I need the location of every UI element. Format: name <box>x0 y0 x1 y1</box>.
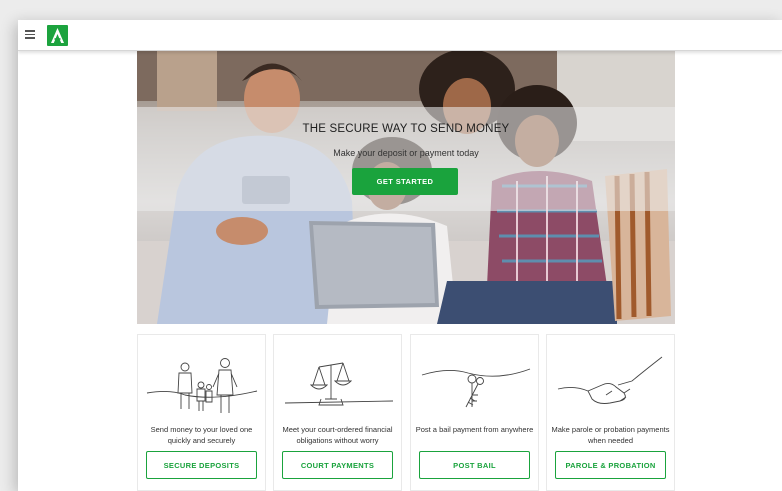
service-cards: Send money to your loved one quickly and… <box>137 334 675 491</box>
hero-subtitle: Make your deposit or payment today <box>333 148 479 158</box>
hero-title: THE SECURE WAY TO SEND MONEY <box>302 123 510 135</box>
family-line-drawing-icon <box>146 358 258 413</box>
card-description: Post a bail payment from anywhere <box>415 425 534 434</box>
a-logo-icon[interactable] <box>47 25 68 46</box>
scales-of-justice-icon <box>284 362 394 406</box>
hamburger-menu-icon[interactable] <box>25 30 35 39</box>
card-description: Meet your court-ordered financial obliga… <box>282 425 393 445</box>
card-post-bail: Post a bail payment from anywhere POST B… <box>410 334 539 491</box>
browser-window: THE SECURE WAY TO SEND MONEY Make your d… <box>18 20 782 491</box>
card-court-payments: Meet your court-ordered financial obliga… <box>273 334 402 491</box>
post-bail-button[interactable]: POST BAIL <box>419 451 530 479</box>
card-description: Send money to your loved one quickly and… <box>150 425 253 445</box>
card-parole-probation: Make parole or probation payments when n… <box>546 334 675 491</box>
secure-deposits-button[interactable]: SECURE DEPOSITS <box>146 451 257 479</box>
get-started-button[interactable]: GET STARTED <box>352 168 458 195</box>
card-secure-deposits: Send money to your loved one quickly and… <box>137 334 266 491</box>
keys-icon <box>421 368 531 408</box>
handshake-icon <box>557 356 663 404</box>
hero-banner: THE SECURE WAY TO SEND MONEY Make your d… <box>137 51 675 324</box>
parole-probation-button[interactable]: PAROLE & PROBATION <box>555 451 666 479</box>
card-description: Make parole or probation payments when n… <box>551 425 670 445</box>
court-payments-button[interactable]: COURT PAYMENTS <box>282 451 393 479</box>
top-navbar <box>18 20 782 51</box>
